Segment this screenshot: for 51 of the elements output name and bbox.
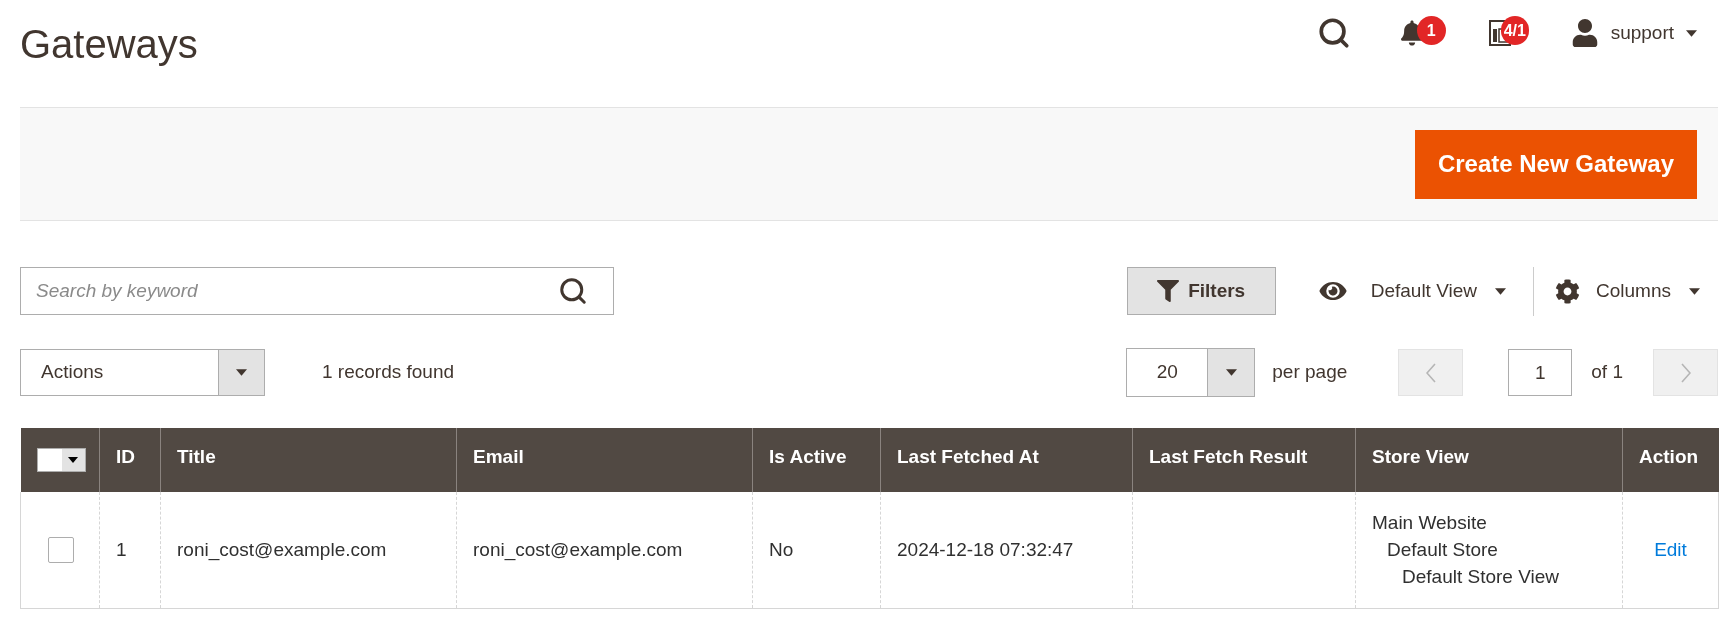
caret-icon bbox=[1225, 369, 1237, 376]
caret-icon bbox=[1495, 287, 1506, 295]
per-page-label: per page bbox=[1272, 360, 1348, 385]
page-title: Gateways bbox=[20, 22, 198, 66]
view-switcher[interactable]: Default View bbox=[1316, 267, 1506, 315]
count-badge: 1 bbox=[1416, 16, 1446, 45]
row-checkbox[interactable] bbox=[48, 536, 74, 563]
store-view-item: Default Store View bbox=[1402, 565, 1559, 590]
chevron-right-icon bbox=[1680, 362, 1691, 383]
table-cell: 1 bbox=[99, 492, 161, 608]
page-size-select[interactable]: 20 bbox=[1126, 348, 1256, 397]
notifications-button[interactable]: 1 bbox=[1400, 15, 1447, 51]
chevron-left-icon bbox=[1425, 362, 1436, 383]
column-header[interactable]: Store View bbox=[1355, 428, 1623, 492]
count-badge: 4/1 bbox=[1500, 16, 1529, 45]
caret-icon bbox=[1686, 29, 1697, 37]
records-count: 1 records found bbox=[322, 360, 455, 385]
column-header[interactable]: Email bbox=[456, 428, 753, 492]
table-cell: No bbox=[752, 492, 881, 608]
caret-icon bbox=[1689, 287, 1700, 295]
table-cell: 2024-12-18 07:32:47 bbox=[880, 492, 1133, 608]
system-messages-button[interactable]: 4/1 bbox=[1488, 15, 1535, 51]
page-number-input[interactable]: 1 bbox=[1508, 349, 1573, 396]
store-view-item: Main Website bbox=[1372, 511, 1487, 536]
total-pages-label: of 1 bbox=[1591, 360, 1623, 385]
column-header[interactable]: ID bbox=[99, 428, 161, 492]
funnel-icon bbox=[1157, 280, 1180, 302]
select-all-checkbox[interactable] bbox=[37, 449, 62, 471]
search-icon[interactable] bbox=[558, 276, 588, 306]
store-view-item: Default Store bbox=[1387, 538, 1498, 563]
select-all-dropdown[interactable] bbox=[36, 448, 86, 472]
user-name: support bbox=[1610, 20, 1674, 45]
filters-button[interactable]: Filters bbox=[1126, 267, 1276, 315]
column-header[interactable]: Title bbox=[160, 428, 457, 492]
column-header[interactable]: Action bbox=[1622, 428, 1719, 492]
table-cell: roni_cost@example.com bbox=[160, 492, 457, 608]
column-header[interactable]: Last Fetched At bbox=[880, 428, 1133, 492]
search-field[interactable]: Search by keyword bbox=[20, 267, 614, 315]
user-icon bbox=[1570, 19, 1599, 47]
search-icon bbox=[1316, 16, 1351, 50]
edit-link[interactable]: Edit bbox=[1654, 538, 1687, 560]
column-header[interactable]: Last Fetch Result bbox=[1132, 428, 1356, 492]
table-cell: roni_cost@example.com bbox=[456, 492, 753, 608]
column-header[interactable]: Is Active bbox=[752, 428, 881, 492]
create-gateway-button[interactable]: Create New Gateway bbox=[1414, 129, 1697, 199]
caret-icon bbox=[236, 369, 247, 376]
gear-icon bbox=[1555, 278, 1580, 304]
user-menu-button[interactable]: support bbox=[1570, 15, 1697, 51]
columns-button[interactable]: Columns bbox=[1555, 267, 1700, 315]
actions-select[interactable]: Actions bbox=[20, 349, 265, 396]
caret-icon bbox=[68, 457, 78, 463]
